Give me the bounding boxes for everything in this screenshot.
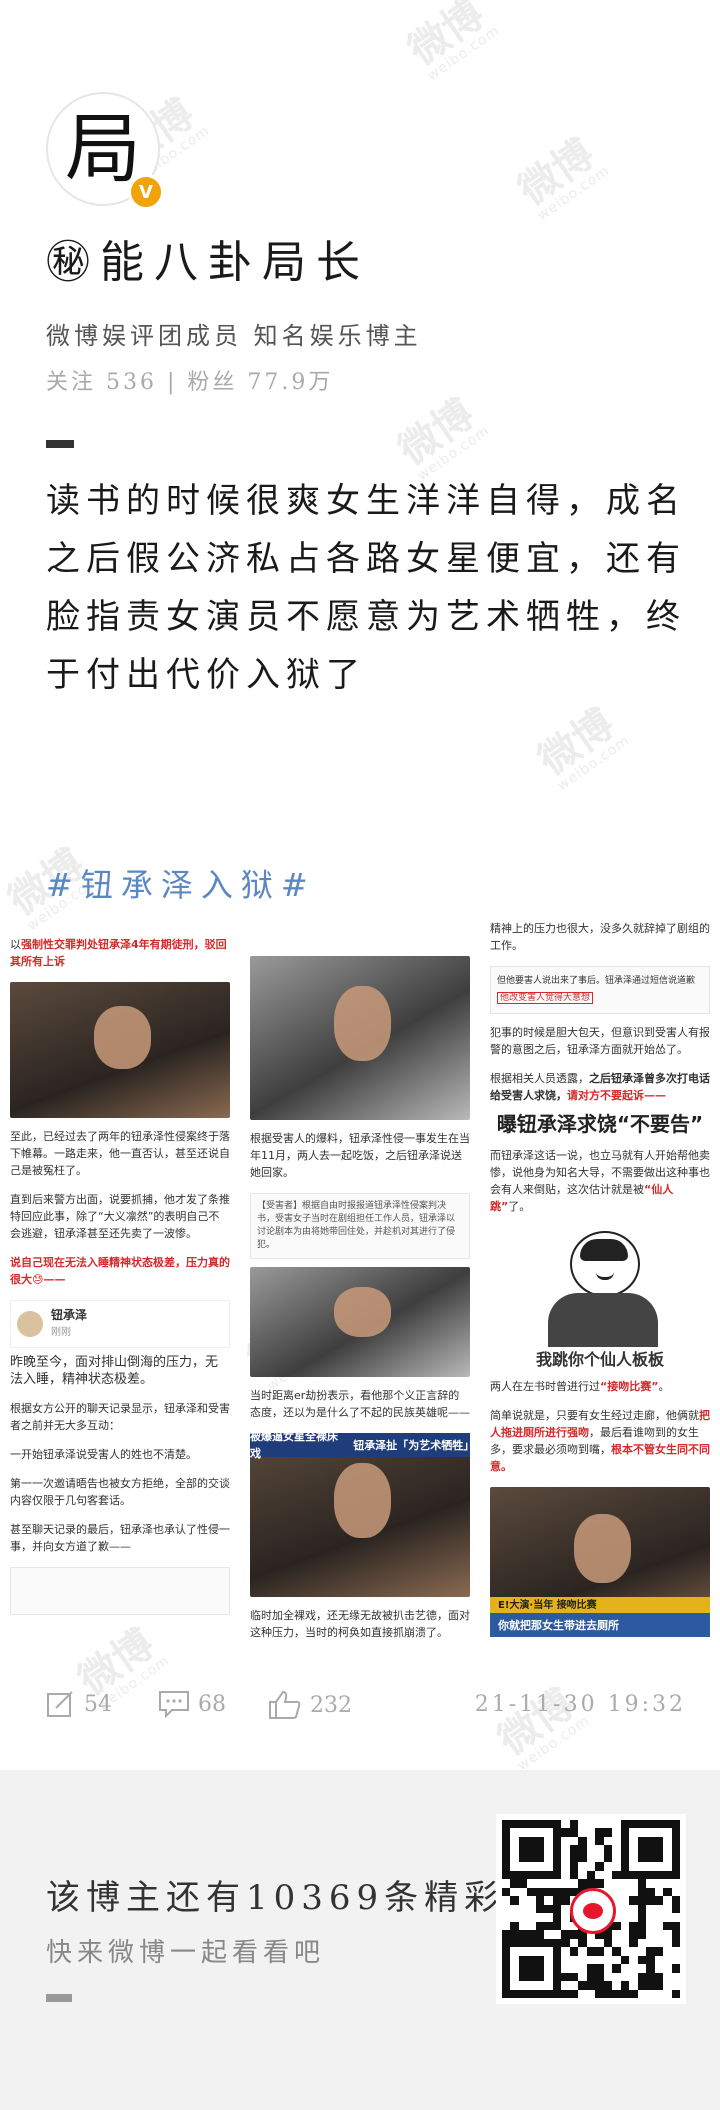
avatar — [17, 1311, 43, 1337]
footer-subtext: 快来微博一起看看吧 — [46, 1938, 326, 1968]
profile-name[interactable]: ㊙能八卦局长 — [46, 226, 370, 290]
thumbs-up-icon — [269, 1690, 301, 1719]
embedded-weibo-name: 钮承泽 — [51, 1308, 88, 1322]
press-photo — [10, 982, 230, 1118]
article-paragraph: 至此，已经过去了两年的钮承泽性侵案终于落下帷幕。一路走来，他一直否认，甚至还说自… — [10, 1130, 230, 1177]
action-bar: 54 68 232 21-11-30 19:32 — [46, 1690, 686, 1726]
comment-button[interactable]: 68 — [158, 1690, 226, 1718]
tv-caption: 你就把那女生带进去厕所 — [490, 1613, 710, 1637]
repost-icon — [47, 1691, 73, 1717]
tv-screenshot: E!大演·当年 接吻比赛 你就把那女生带进去厕所 — [490, 1487, 710, 1637]
press-photo — [250, 1267, 470, 1377]
verified-badge-icon: V — [128, 174, 164, 210]
news-banner: 被爆逼女星全裸床戏 钮承泽扯「为艺术牺牲」 — [250, 1430, 475, 1460]
article-column-1: 以强制性交罪判处钮承泽4年有期徒刑，驳回其所有上诉 至此，已经过去了两年的钮承泽… — [10, 936, 230, 1615]
article-paragraph: 根据女方公开的聊天记录显示，钮承泽和受害者之前并无大多互动： — [10, 1402, 230, 1432]
article-paragraph: 直到后来警方出面，说要抓捕，他才发了条推特回应此事，除了“大义凛然”的表明自己不… — [10, 1193, 230, 1240]
article-paragraph: 当时距离er劫扮表示，看他那个义正言辞的态度，还以为是什么了不起的民族英雄呢—— — [250, 1389, 470, 1419]
meme-caption: 我跳你个仙人板板 — [535, 1350, 664, 1369]
repost-button[interactable]: 54 — [46, 1690, 112, 1718]
comment-icon — [159, 1691, 189, 1718]
watermark: 微博weibo.com — [530, 700, 633, 795]
chat-screenshot — [10, 1567, 230, 1615]
embedded-weibo-time: 刚刚 — [51, 1327, 71, 1338]
article-paragraph: 第一一次邀请晤告也被女方拒绝，全部的交谈内容仅限于几句客套话。 — [10, 1477, 230, 1507]
document-excerpt: 【受害者】根据自由时报报道钮承泽性侵案判决书，受害女子当时在剧组担任工作人员，钮… — [250, 1193, 470, 1259]
article-paragraph: 精神上的压力也很大，没多久就辞掉了剧组的工作。 — [490, 922, 710, 952]
meme-face-icon — [570, 1231, 640, 1297]
divider — [46, 440, 74, 448]
highlight-text: 说自己现在无法入睡精神状态极差，压力真的很大😓—— — [10, 1256, 230, 1286]
article-paragraph: 甚至聊天记录的最后，钮承泽也承认了性侵一事，并向女方道了歉—— — [10, 1523, 230, 1553]
news-photo: 被爆逼女星全裸床戏 钮承泽扯「为艺术牺牲」 — [250, 1430, 475, 1597]
tv-caption-top: E!大演·当年 接吻比赛 — [490, 1597, 710, 1613]
watermark: 微博weibo.com — [390, 390, 493, 485]
avatar-glyph: 局 — [65, 104, 141, 193]
highlight-text: 强制性交罪判处钮承泽4年有期徒刑，驳回其所有上诉 — [10, 938, 227, 968]
qr-code[interactable] — [496, 1814, 686, 2004]
watermark: 微博weibo.com — [400, 0, 503, 85]
article-paragraph: 一开始钮承泽说受害人的姓也不清楚。 — [10, 1448, 197, 1461]
article-paragraph: 根据受害人的爆料，钮承泽性侵一事发生在当年11月，两人去一起吃饭，之后钮承泽说送… — [250, 1132, 470, 1179]
hashtag-link[interactable]: #钮承泽入狱# — [46, 860, 316, 906]
article-column-3: 精神上的压力也很大，没多久就辞掉了剧组的工作。 但他要害人说出来了事后。钮承泽通… — [490, 920, 710, 1637]
watermark: 微博weibo.com — [510, 130, 613, 225]
post-text: 读书的时候很爽女生洋洋自得，成名之后假公济私占各路女星便宜，还有脸指责女演员不愿… — [46, 481, 686, 695]
article-paragraph: 犯事的时候是胆大包天，但意识到受害人有报警的意图之后，钮承泽方面就开始怂了。 — [490, 1026, 710, 1056]
article-column-2: 根据受害人的爆料，钮承泽性侵一事发生在当年11月，两人去一起吃饭，之后钮承泽说送… — [250, 956, 475, 1653]
meme-image — [500, 1227, 700, 1347]
post-timestamp: 21-11-30 19:32 — [474, 1692, 686, 1717]
profile-stats: 关注 536 | 粉丝 77.9万 — [46, 370, 334, 395]
weibo-logo-icon — [570, 1888, 616, 1934]
footer-banner[interactable]: 该博主还有10369条精彩微博 快来微博一起看看吧 — [0, 1770, 720, 2110]
embedded-weibo: 钮承泽 刚刚 — [10, 1300, 230, 1348]
message-excerpt: 但他要害人说出来了事后。钮承泽通过短信说道歉 他改变害人觉得大意想 — [490, 966, 710, 1014]
like-button[interactable]: 232 — [268, 1690, 352, 1720]
embedded-weibo-quote: 昨晚至今，面对排山倒海的压力，无法入睡，精神状态极差。 — [10, 1355, 219, 1387]
article-paragraph: 临时加全裸戏，还无缘无故被扒击艺德，面对这种压力，当时的柯奂如直接抓崩溃了。 — [250, 1609, 470, 1639]
divider — [46, 1994, 72, 2002]
article-headline: 曝钮承泽求饶“不要告” — [496, 1112, 704, 1136]
press-photo — [250, 956, 470, 1120]
profile-bio: 微博娱评团成员 知名娱乐博主 — [46, 322, 422, 350]
